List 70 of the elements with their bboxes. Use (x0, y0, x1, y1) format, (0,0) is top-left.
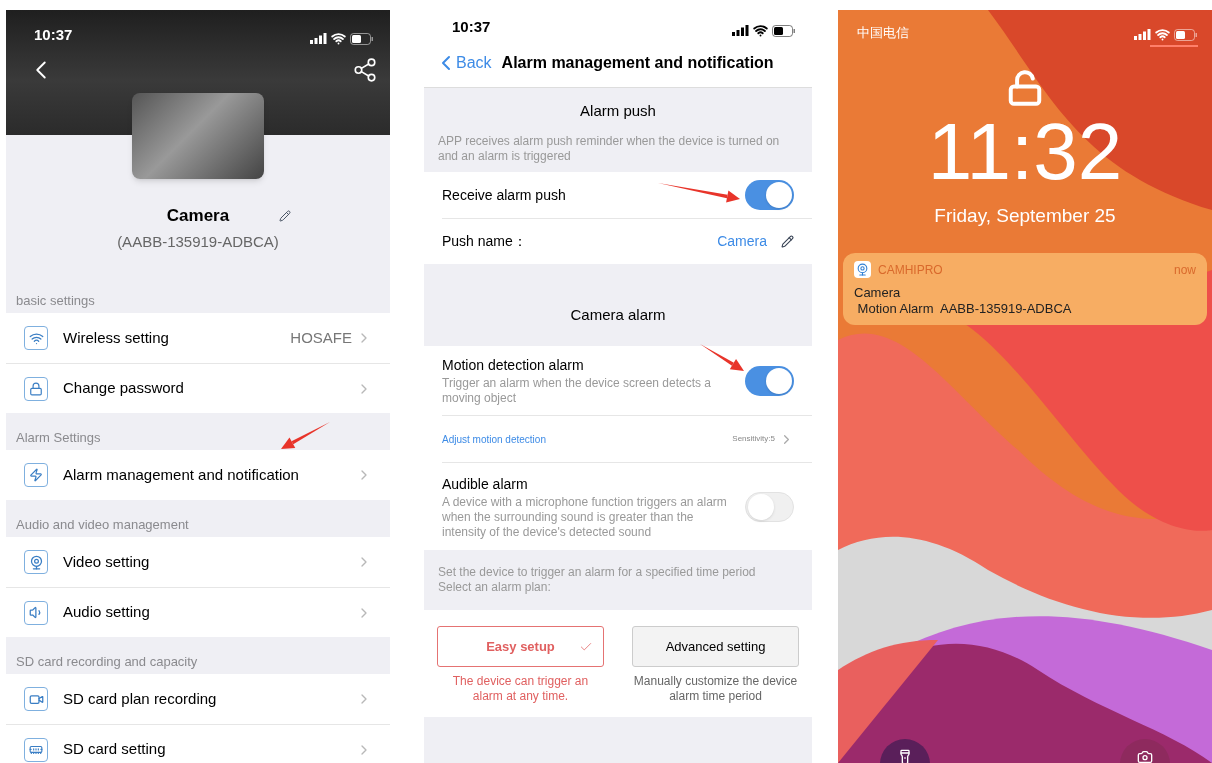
plan-hint: Set the device to trigger an alarm for a specified time period (438, 565, 757, 580)
wifi-icon (753, 23, 768, 38)
setting-label: Motion detection alarm (442, 356, 585, 375)
setting-label: Audible alarm (442, 474, 529, 494)
setting-label[interactable]: SD card setting (63, 738, 356, 761)
setting-label[interactable]: SD card plan recording (63, 687, 356, 711)
section-description: APP receives alarm push reminder when the device is turned on and an alarm is triggered (437, 134, 781, 165)
section-header: Audio and video management (16, 515, 189, 534)
plan-button[interactable]: Advanced setting (632, 626, 799, 667)
battery-icon (350, 32, 374, 45)
share-icon[interactable] (352, 57, 378, 83)
sensitivity-value: Sensitivity:5 (732, 433, 775, 445)
setting-description: A device with a microphone function triggers an alarm when the surrounding sound is greater than the intensity of the device's detected sound (442, 494, 728, 540)
push-name-value[interactable]: Camera (717, 231, 767, 252)
battery-icon (772, 24, 796, 37)
signal-icon (1134, 29, 1151, 40)
notification-card[interactable]: CAMHIPRO now Camera Motion Alarm AABB-135919-ADBCA (843, 252, 1207, 325)
section-header: Alarm Settings (16, 428, 101, 447)
setting-description: Trigger an alarm when the device screen detects a moving object (442, 376, 713, 406)
notification-body: Motion Alarm AABB-135919-ADBCA (856, 300, 1073, 317)
arrow-annotation (281, 422, 330, 449)
section-header: SD card recording and capacity (16, 652, 198, 671)
signal-icon (732, 25, 749, 36)
setting-label[interactable]: Change password (63, 377, 356, 400)
status-time: 10:37 (452, 16, 491, 37)
toggle-switch[interactable] (745, 365, 794, 396)
arrow-annotation (700, 344, 744, 371)
speaker-icon (24, 600, 48, 625)
toggle-switch[interactable] (745, 180, 794, 210)
video-camera-icon (24, 687, 48, 711)
carrier-name: 中国电信 (857, 23, 909, 42)
unlock-icon (1006, 69, 1044, 107)
setting-value: HOSAFE (290, 327, 352, 348)
webcam-icon (24, 550, 48, 574)
adjust-motion-link[interactable]: Adjust motion detection (442, 431, 733, 447)
wifi-icon (331, 31, 346, 46)
plan-hint: Select an alarm plan: (438, 580, 552, 595)
battery-icon (1174, 28, 1198, 41)
setting-label[interactable]: Audio setting (63, 601, 356, 624)
screen-title: Alarm management and notification (501, 52, 774, 73)
section-heading: Alarm push (580, 100, 656, 121)
wifi-icon (24, 326, 48, 350)
padlock-icon (24, 376, 48, 401)
app-icon (854, 261, 871, 278)
lightning-icon (24, 463, 48, 487)
status-time: 10:37 (34, 24, 73, 45)
notification-title: Camera (854, 284, 902, 301)
setting-label[interactable]: Video setting (63, 550, 356, 574)
section-heading: Camera alarm (570, 304, 666, 325)
signal-icon (310, 33, 327, 44)
notification-time: now (1174, 261, 1196, 279)
flashlight-icon (897, 749, 913, 763)
plan-caption: Manually customize the device alarm time period (632, 674, 799, 704)
edit-icon[interactable] (279, 209, 292, 222)
toggle-switch[interactable] (745, 491, 794, 522)
setting-label[interactable]: Wireless setting (63, 326, 291, 350)
plan-caption: The device can trigger an alarm at any time. (451, 674, 590, 704)
wifi-icon (1155, 27, 1170, 42)
setting-label: Push name： (442, 232, 528, 251)
edit-icon[interactable] (781, 235, 794, 248)
lock-date: Friday, September 25 (933, 204, 1117, 228)
app-name: CAMHIPRO (878, 261, 944, 279)
camera-icon (1137, 749, 1153, 763)
sd-card-icon (24, 737, 48, 762)
lock-time: 11:32 (926, 112, 1124, 192)
back-button[interactable]: Back (434, 50, 492, 75)
setting-label: Receive alarm push (442, 185, 566, 205)
section-header: basic settings (16, 291, 95, 310)
device-name: Camera (166, 205, 230, 227)
device-id: (AABB-135919-ADBCA) (116, 231, 280, 252)
